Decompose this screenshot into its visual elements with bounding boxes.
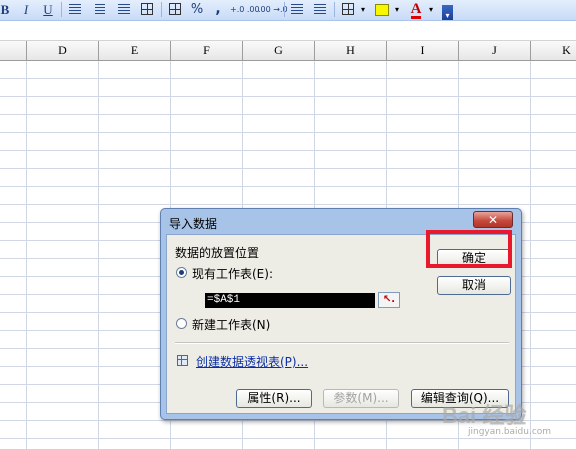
align-center-button[interactable] (92, 1, 108, 18)
toolbar-separator (61, 2, 62, 17)
column-header[interactable]: G (243, 41, 315, 60)
toolbar-separator (284, 2, 285, 17)
parameters-button[interactable]: 参数(M)... (323, 389, 399, 408)
comma-button[interactable]: , (212, 1, 224, 18)
collapse-dialog-icon: ↖. (382, 294, 396, 305)
toolbar-separator (161, 2, 162, 17)
align-left-button[interactable] (67, 1, 83, 18)
divider (175, 342, 509, 344)
baidu-jingyan-watermark: Bai 经验 jingyan.baidu.com (438, 394, 576, 449)
align-center-icon (95, 4, 105, 14)
column-header[interactable]: K (531, 41, 576, 60)
placement-label: 数据的放置位置 (175, 246, 260, 260)
fill-color-button[interactable] (374, 1, 390, 18)
properties-button[interactable]: 属性(R)... (236, 389, 312, 408)
borders-icon (342, 3, 354, 15)
currency-icon (169, 3, 181, 15)
existing-sheet-label[interactable]: 现有工作表(E): (192, 265, 273, 282)
align-right-button[interactable] (116, 1, 132, 18)
range-input[interactable]: =$A$1 (205, 293, 375, 308)
bold-button[interactable]: B (0, 1, 10, 18)
percent-button[interactable]: % (189, 1, 205, 18)
toolbar-overflow-button[interactable]: ▾ (442, 5, 453, 20)
decrease-indent-icon (291, 4, 303, 14)
watermark-url: jingyan.baidu.com (468, 427, 552, 437)
merge-center-icon (141, 3, 153, 15)
fill-color-icon (375, 4, 389, 16)
align-right-icon (118, 4, 130, 14)
column-headers: D E F G H I J K (0, 41, 576, 61)
dialog-title: 导入数据 (169, 217, 218, 231)
new-sheet-radio[interactable] (176, 318, 187, 329)
decrease-decimal-button[interactable]: .00 →.0 (258, 1, 288, 18)
increase-indent-button[interactable] (312, 1, 328, 18)
currency-button[interactable] (166, 1, 184, 18)
borders-button[interactable] (340, 1, 356, 18)
formatting-toolbar: B I U % , +.0 .00 .00 →.0 ▾ ▾ A ▾ ▾ (0, 0, 576, 21)
borders-dropdown[interactable]: ▾ (359, 1, 367, 18)
toolbar-separator (334, 2, 335, 17)
column-header[interactable]: F (171, 41, 243, 60)
align-left-icon (69, 4, 81, 14)
watermark-brand: Bai 经验 (442, 403, 527, 428)
formula-bar-area (0, 21, 576, 41)
create-pivot-table-link[interactable]: 创建数据透视表(P)... (196, 353, 308, 370)
merge-center-button[interactable] (138, 1, 156, 18)
column-header[interactable]: J (459, 41, 531, 60)
column-header[interactable]: H (315, 41, 387, 60)
select-all-corner[interactable] (0, 41, 27, 60)
underline-button[interactable]: U (42, 1, 54, 18)
close-icon: ✕ (487, 213, 499, 227)
italic-button[interactable]: I (20, 1, 32, 18)
increase-decimal-button[interactable]: +.0 .00 (230, 1, 260, 18)
font-color-button[interactable]: A (408, 1, 424, 19)
increase-indent-icon (314, 4, 326, 14)
font-color-icon: A (410, 1, 422, 19)
pivot-table-icon (177, 355, 188, 366)
existing-sheet-radio[interactable] (176, 267, 187, 278)
decrease-indent-button[interactable] (289, 1, 305, 18)
column-header[interactable]: I (387, 41, 459, 60)
cancel-button[interactable]: 取消 (437, 276, 511, 295)
new-sheet-label[interactable]: 新建工作表(N) (192, 316, 270, 333)
column-header[interactable]: E (99, 41, 171, 60)
ok-button-highlight (426, 230, 512, 268)
fill-color-dropdown[interactable]: ▾ (393, 1, 401, 18)
font-color-dropdown[interactable]: ▾ (427, 1, 435, 18)
column-header[interactable]: D (27, 41, 99, 60)
close-button[interactable]: ✕ (473, 211, 513, 228)
range-picker-button[interactable]: ↖. (378, 292, 400, 308)
